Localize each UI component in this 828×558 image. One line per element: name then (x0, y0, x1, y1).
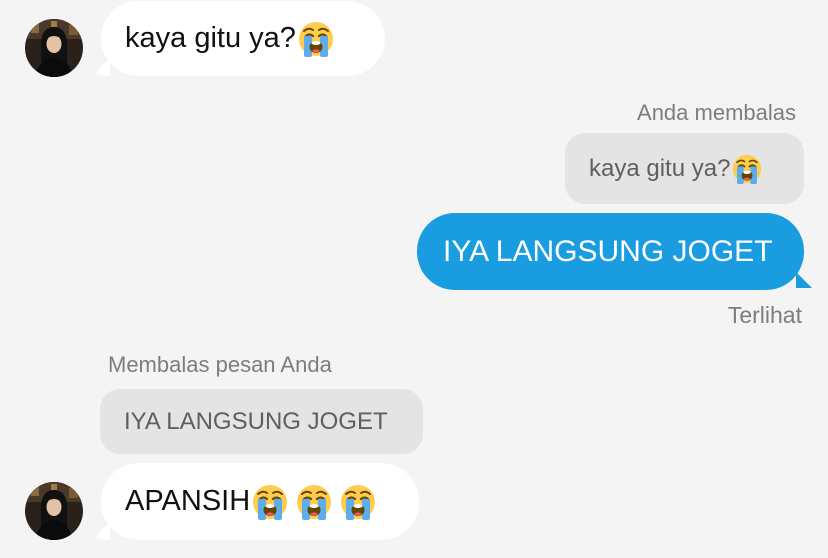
avatar-image (25, 19, 83, 77)
reply-label: Anda membalas (637, 100, 796, 125)
quoted-text: IYA LANGSUNG JOGET (124, 407, 388, 435)
quoted-message[interactable]: IYA LANGSUNG JOGET (100, 389, 423, 454)
incoming-message-bubble[interactable]: kaya gitu ya? (101, 1, 385, 76)
loudly-crying-face-icon (298, 21, 334, 57)
message-text: kaya gitu ya? (125, 22, 296, 54)
quoted-message[interactable]: kaya gitu ya? (565, 133, 804, 204)
bubble-tail (92, 522, 110, 540)
loudly-crying-face-icon (340, 484, 376, 520)
avatar-image (25, 482, 83, 540)
message-text: IYA LANGSUNG JOGET (443, 234, 773, 268)
incoming-message-bubble[interactable]: APANSIH (101, 463, 419, 540)
bubble-tail (796, 272, 812, 288)
loudly-crying-face-icon (732, 154, 762, 184)
loudly-crying-face-icon (296, 484, 332, 520)
reply-to-you-label: Membalas pesan Anda (108, 352, 332, 377)
outgoing-message-bubble[interactable]: IYA LANGSUNG JOGET (417, 213, 804, 290)
loudly-crying-face-icon (252, 484, 288, 520)
message-text: APANSIH (125, 485, 251, 517)
avatar[interactable] (25, 482, 83, 540)
seen-status: Terlihat (727, 302, 802, 328)
avatar[interactable] (25, 19, 83, 77)
quoted-text: kaya gitu ya? (589, 154, 731, 182)
